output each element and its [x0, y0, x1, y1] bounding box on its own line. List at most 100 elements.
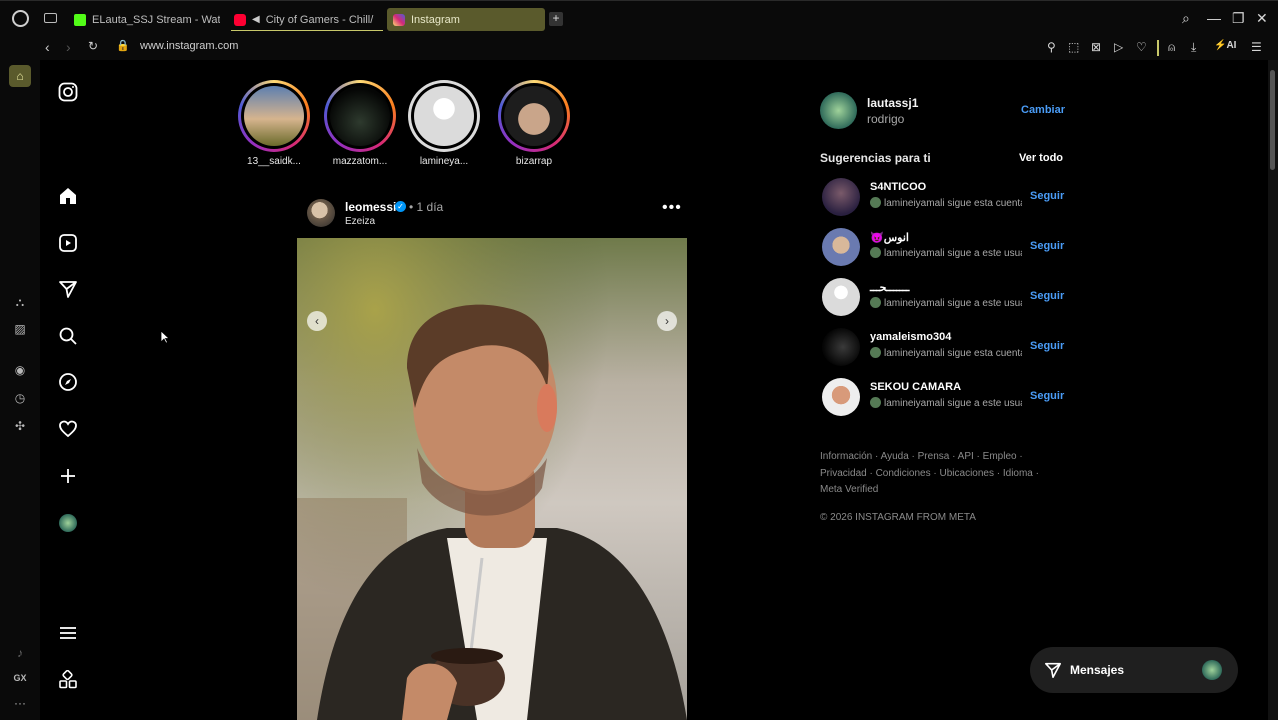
see-all-link[interactable]: Ver todo	[1019, 152, 1063, 164]
adblock-icon[interactable]: ⊠	[1091, 40, 1101, 54]
close-button[interactable]: ✕	[1256, 11, 1268, 25]
post-location[interactable]: Ezeiza	[345, 216, 375, 227]
carousel-prev-button[interactable]: ‹	[307, 311, 327, 331]
story-item[interactable]: mazzatom...	[320, 80, 400, 167]
search-tabs-icon[interactable]: ⌕	[1182, 11, 1190, 25]
play-icon[interactable]: ▷	[1114, 40, 1123, 54]
gx-control-icon[interactable]: ⛬	[12, 295, 28, 311]
opera-gx-logo-icon[interactable]	[12, 10, 29, 27]
current-account: lautassj1 rodrigo Cambiar	[820, 92, 1065, 132]
post-image[interactable]	[297, 238, 687, 720]
suggestion-username[interactable]: S4NTICOO	[870, 181, 926, 193]
suggestion-avatar[interactable]	[822, 228, 860, 266]
suggestion-item: S4NTICOO lamineiyamali sigue esta cuenta…	[822, 178, 1064, 218]
suggestion-item: ـــــــحـــ lamineiyamali sigue a este u…	[822, 278, 1064, 318]
gx-corner-icon[interactable]: ▨	[12, 322, 28, 338]
suggestion-item: SEKOU CAMARA lamineiyamali sigue a este …	[822, 378, 1064, 418]
search-icon[interactable]	[57, 325, 79, 347]
switch-account-link[interactable]: Cambiar	[1021, 104, 1065, 116]
suggestion-avatar[interactable]	[822, 378, 860, 416]
suggestion-subtitle: lamineiyamali sigue esta cuenta	[870, 197, 1022, 209]
follow-button[interactable]: Seguir	[1030, 240, 1064, 252]
suggestion-subtitle: lamineiyamali sigue a este usuario	[870, 397, 1022, 409]
lock-icon: 🔒	[116, 40, 130, 52]
suggestions-title: Sugerencias para ti	[820, 151, 931, 165]
story-username: lamineya...	[419, 156, 469, 167]
minimize-button[interactable]: —	[1207, 11, 1221, 25]
restore-button[interactable]: ❐	[1232, 11, 1245, 25]
messages-icon[interactable]	[57, 278, 79, 300]
tab-youtube[interactable]: ◀ City of Gamers - Chill/	[228, 8, 378, 31]
follow-button[interactable]: Seguir	[1030, 340, 1064, 352]
messages-button[interactable]: Mensajes	[1030, 647, 1238, 693]
suggestion-username[interactable]: ـــــــحـــ	[870, 281, 909, 294]
player-icon[interactable]: ◉	[12, 363, 28, 379]
follow-button[interactable]: Seguir	[1030, 290, 1064, 302]
tab-kick-stream[interactable]: ELauta_SSJ Stream - Watc	[68, 8, 220, 31]
suggestion-username[interactable]: yamaleismo304	[870, 331, 951, 343]
tab-label: City of Gamers - Chill/	[265, 13, 374, 26]
gamepad-icon[interactable]	[44, 13, 57, 23]
also-from-meta-icon[interactable]	[57, 669, 79, 691]
create-plus-icon[interactable]	[57, 465, 79, 487]
suggestion-avatar[interactable]	[822, 328, 860, 366]
account-avatar[interactable]	[820, 92, 857, 129]
browser-sidebar: ⌂ ⛬ ▨ ◉ ◷ ✣ ♪ GX ···	[0, 60, 40, 720]
new-tab-button[interactable]: +	[549, 12, 563, 26]
verified-badge-icon: ✓	[395, 201, 406, 212]
page-scrollbar[interactable]	[1268, 60, 1278, 720]
messages-label: Mensajes	[1070, 663, 1125, 677]
suggestion-avatar[interactable]	[822, 278, 860, 316]
tiktok-icon[interactable]: ♪	[12, 646, 28, 662]
heart-icon[interactable]: ♡	[1136, 40, 1147, 54]
account-name: rodrigo	[867, 112, 905, 126]
more-menu-icon[interactable]	[57, 622, 79, 644]
footer-copyright: © 2026 INSTAGRAM FROM META	[820, 512, 976, 523]
url-field[interactable]: www.instagram.com	[140, 40, 238, 52]
account-username[interactable]: lautassj1	[867, 96, 918, 110]
home-icon[interactable]	[57, 185, 79, 207]
suggestion-username[interactable]: SEKOU CAMARA	[870, 381, 961, 393]
mouse-cursor-icon	[160, 330, 170, 344]
home-icon[interactable]: ⌂	[9, 65, 31, 87]
suggestion-avatar[interactable]	[822, 178, 860, 216]
browser-window: ELauta_SSJ Stream - Watc ◀ City of Gamer…	[0, 0, 1278, 720]
download-icon[interactable]: ⤓	[1191, 40, 1196, 55]
profile-avatar[interactable]	[57, 512, 79, 534]
reload-button[interactable]: ↻	[88, 39, 98, 53]
profile-icon[interactable]: ⍝	[1168, 40, 1175, 55]
follow-button[interactable]: Seguir	[1030, 390, 1064, 402]
story-item[interactable]: 13__saidk...	[234, 80, 314, 167]
footer-links[interactable]: Información · Ayuda · Prensa · API · Emp…	[820, 449, 1050, 499]
pin-icon[interactable]: ⚲	[1047, 40, 1056, 54]
story-item[interactable]: lamineya...	[404, 80, 484, 167]
reels-icon[interactable]	[57, 232, 79, 254]
follow-button[interactable]: Seguir	[1030, 190, 1064, 202]
extensions-icon[interactable]: ✣	[12, 419, 28, 435]
snapshot-icon[interactable]: ⬚	[1068, 40, 1079, 54]
instagram-page: 13__saidk... mazzatom... lamineya... biz…	[40, 60, 1268, 720]
instagram-logo-icon[interactable]	[57, 81, 79, 103]
back-button[interactable]: ‹	[45, 39, 50, 55]
instagram-icon	[393, 13, 405, 26]
speaker-icon: ◀	[252, 14, 260, 25]
easy-setup-icon[interactable]: ☰	[1251, 40, 1262, 54]
explore-icon[interactable]	[57, 371, 79, 393]
story-username: 13__saidk...	[247, 156, 301, 167]
tab-label: Instagram	[411, 13, 460, 26]
story-username: bizarrap	[515, 156, 553, 167]
send-icon	[1044, 662, 1062, 679]
forward-button[interactable]: ›	[66, 39, 71, 55]
sidebar-more-icon[interactable]: ···	[12, 696, 28, 712]
story-item[interactable]: bizarrap	[494, 80, 574, 167]
aria-ai-icon[interactable]: ⚡AI	[1214, 40, 1236, 51]
kick-icon	[74, 13, 86, 26]
post-author-username[interactable]: leomessi	[345, 200, 396, 214]
suggestion-username[interactable]: 😈انوس	[870, 231, 909, 244]
post-author-avatar[interactable]	[307, 199, 335, 227]
carousel-next-button[interactable]: ›	[657, 311, 677, 331]
tab-instagram[interactable]: Instagram	[387, 8, 545, 31]
notifications-heart-icon[interactable]	[57, 418, 79, 440]
post-options-button[interactable]: •••	[662, 199, 682, 217]
history-icon[interactable]: ◷	[12, 391, 28, 407]
